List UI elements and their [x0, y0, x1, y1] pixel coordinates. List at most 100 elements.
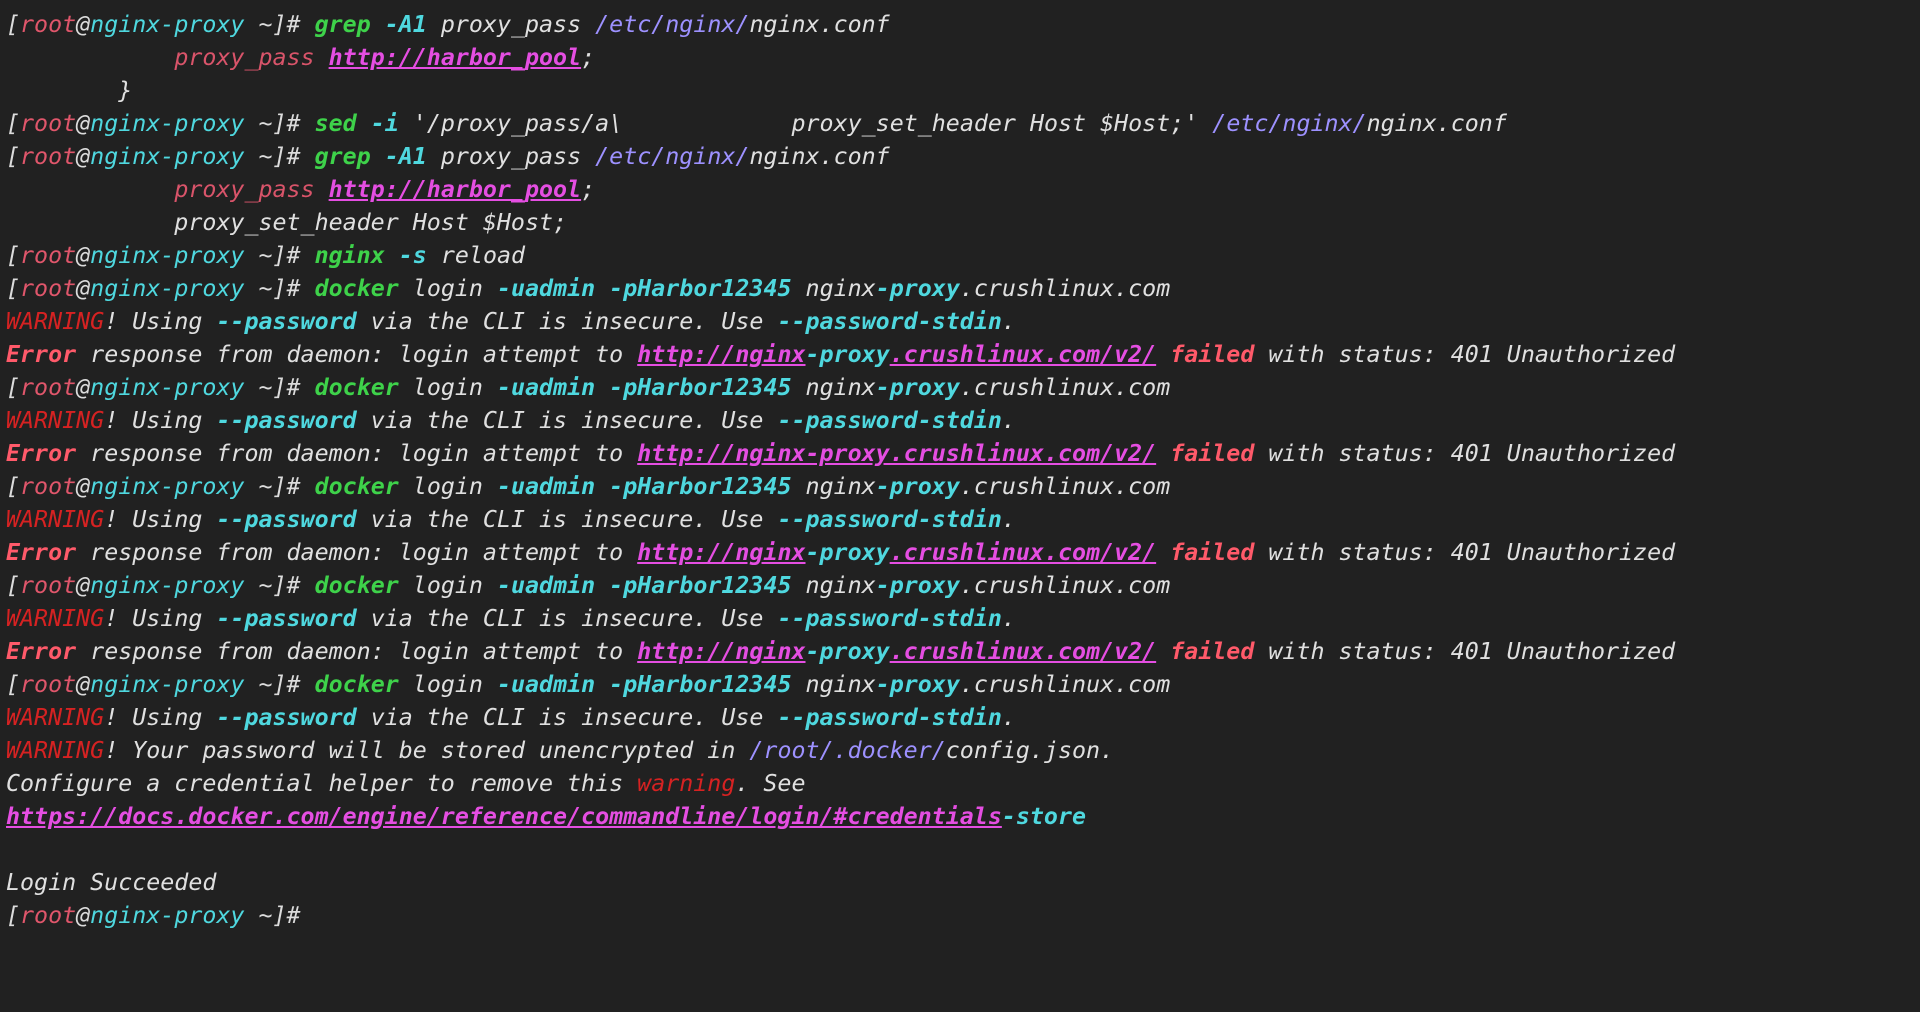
segment-flag: --password	[216, 308, 357, 335]
segment-flag: --password-stdin	[777, 407, 1002, 434]
segment-command: docker	[314, 671, 399, 698]
segment-default: response from daemon: login attempt to	[76, 539, 638, 566]
segment-default	[595, 671, 609, 698]
segment-url[interactable]: https://docs.docker.com/engine/reference…	[6, 803, 1002, 830]
segment-url[interactable]: .crushlinux.com/v2/	[890, 539, 1157, 566]
terminal-line: [root@nginx-proxy ~]# sed -i '/proxy_pas…	[6, 107, 1920, 140]
segment-flag: --password-stdin	[777, 605, 1002, 632]
segment-error: failed	[1170, 440, 1255, 467]
segment-path: /etc/nginx/	[595, 11, 750, 38]
segment-url[interactable]: .crushlinux.com/v2/	[890, 638, 1157, 665]
segment-default: '/proxy_pass/a\ proxy_set_header Host $H…	[398, 110, 1213, 137]
segment-user: root	[20, 374, 77, 401]
segment-warning: WARNING	[6, 704, 105, 731]
terminal-line: https://docs.docker.com/engine/reference…	[6, 800, 1920, 833]
segment-flag: --password-stdin	[777, 308, 1002, 335]
segment-bracket: @	[76, 110, 91, 137]
segment-error: Error	[6, 341, 77, 368]
segment-default: ! Using	[104, 308, 217, 335]
segment-default	[315, 176, 329, 203]
segment-default: with status: 401 Unauthorized	[1254, 638, 1676, 665]
segment-error: Error	[6, 539, 77, 566]
terminal-line: WARNING! Using --password via the CLI is…	[6, 701, 1920, 734]
segment-host: -proxy	[875, 671, 960, 698]
segment-default: nginx	[805, 374, 876, 401]
segment-host: -proxy	[875, 473, 960, 500]
segment-default: response from daemon: login attempt to	[76, 638, 638, 665]
segment-warning: warning	[637, 770, 736, 797]
segment-url[interactable]: http://nginx	[637, 638, 805, 665]
segment-bracket: ~]#	[244, 902, 301, 929]
segment-flag: -s	[398, 242, 427, 269]
segment-bracket: @	[76, 572, 91, 599]
segment-default: login	[398, 473, 497, 500]
segment-bracket: ~]#	[244, 143, 315, 170]
segment-flag: --password	[216, 506, 357, 533]
segment-bracket: @	[76, 275, 91, 302]
terminal-line: }	[6, 74, 1920, 107]
segment-error: failed	[1170, 341, 1255, 368]
segment-flag: -uadmin	[496, 275, 596, 302]
terminal-line: [root@nginx-proxy ~]# nginx -s reload	[6, 239, 1920, 272]
terminal-line: [root@nginx-proxy ~]# grep -A1 proxy_pas…	[6, 8, 1920, 41]
segment-default: }	[6, 77, 133, 104]
segment-command: docker	[314, 473, 399, 500]
segment-default: .	[1001, 605, 1016, 632]
segment-url[interactable]: http://harbor_pool	[329, 44, 581, 71]
segment-warning: WARNING	[6, 506, 105, 533]
segment-host: nginx-proxy	[90, 374, 245, 401]
segment-default: ;	[581, 44, 596, 71]
segment-url[interactable]: http://harbor_pool	[329, 176, 581, 203]
segment-default: reload	[426, 242, 526, 269]
segment-default: response from daemon: login attempt to	[76, 440, 638, 467]
segment-bracket: [	[6, 110, 21, 137]
segment-warning: WARNING	[6, 737, 105, 764]
segment-bracket: [	[6, 572, 21, 599]
segment-default: ! Using	[104, 506, 217, 533]
segment-bracket: @	[76, 374, 91, 401]
segment-flag: -uadmin	[496, 671, 596, 698]
segment-error: failed	[1170, 539, 1255, 566]
segment-host: nginx-proxy	[90, 671, 245, 698]
segment-flag: --password-stdin	[777, 704, 1002, 731]
segment-bracket: @	[76, 902, 91, 929]
segment-url[interactable]: http://nginx	[637, 341, 805, 368]
segment-default: .crushlinux.com	[959, 473, 1171, 500]
segment-flag: --password	[216, 704, 357, 731]
segment-default: .	[1001, 704, 1016, 731]
terminal-line: Configure a credential helper to remove …	[6, 767, 1920, 800]
segment-default	[1156, 341, 1170, 368]
segment-bracket: [	[6, 671, 21, 698]
segment-bracket: @	[76, 473, 91, 500]
segment-user: root	[20, 572, 77, 599]
segment-flag: -uadmin	[496, 473, 596, 500]
segment-default	[357, 110, 371, 137]
segment-default	[315, 44, 329, 71]
segment-default: via the CLI is insecure. Use	[356, 506, 778, 533]
segment-default: . See	[735, 770, 806, 797]
terminal-line: [root@nginx-proxy ~]#	[6, 899, 1920, 932]
segment-default: .crushlinux.com	[959, 275, 1171, 302]
segment-default: ! Using	[104, 605, 217, 632]
segment-url[interactable]: http://nginx-proxy.crushlinux.com/v2/	[637, 440, 1156, 467]
segment-default: .	[1001, 506, 1016, 533]
segment-default	[792, 374, 806, 401]
segment-default: nginx.conf	[749, 143, 890, 170]
segment-path: /root/.docker/	[749, 737, 946, 764]
terminal-line: WARNING! Using --password via the CLI is…	[6, 404, 1920, 437]
segment-default	[595, 374, 609, 401]
segment-default: .crushlinux.com	[959, 671, 1171, 698]
segment-directive: proxy_pass	[174, 44, 315, 71]
segment-flag: -i	[370, 110, 399, 137]
segment-default: login	[398, 572, 497, 599]
segment-flag: -pHarbor12345	[609, 374, 792, 401]
segment-default: via the CLI is insecure. Use	[356, 407, 778, 434]
segment-bracket: @	[76, 671, 91, 698]
terminal-window[interactable]: [root@nginx-proxy ~]# grep -A1 proxy_pas…	[0, 0, 1920, 1012]
segment-url[interactable]: .crushlinux.com/v2/	[890, 341, 1157, 368]
terminal-line: proxy_pass http://harbor_pool;	[6, 173, 1920, 206]
segment-bracket: [	[6, 11, 21, 38]
segment-bracket: ~]#	[244, 473, 315, 500]
segment-url[interactable]: http://nginx	[637, 539, 805, 566]
terminal-line: [root@nginx-proxy ~]# docker login -uadm…	[6, 371, 1920, 404]
